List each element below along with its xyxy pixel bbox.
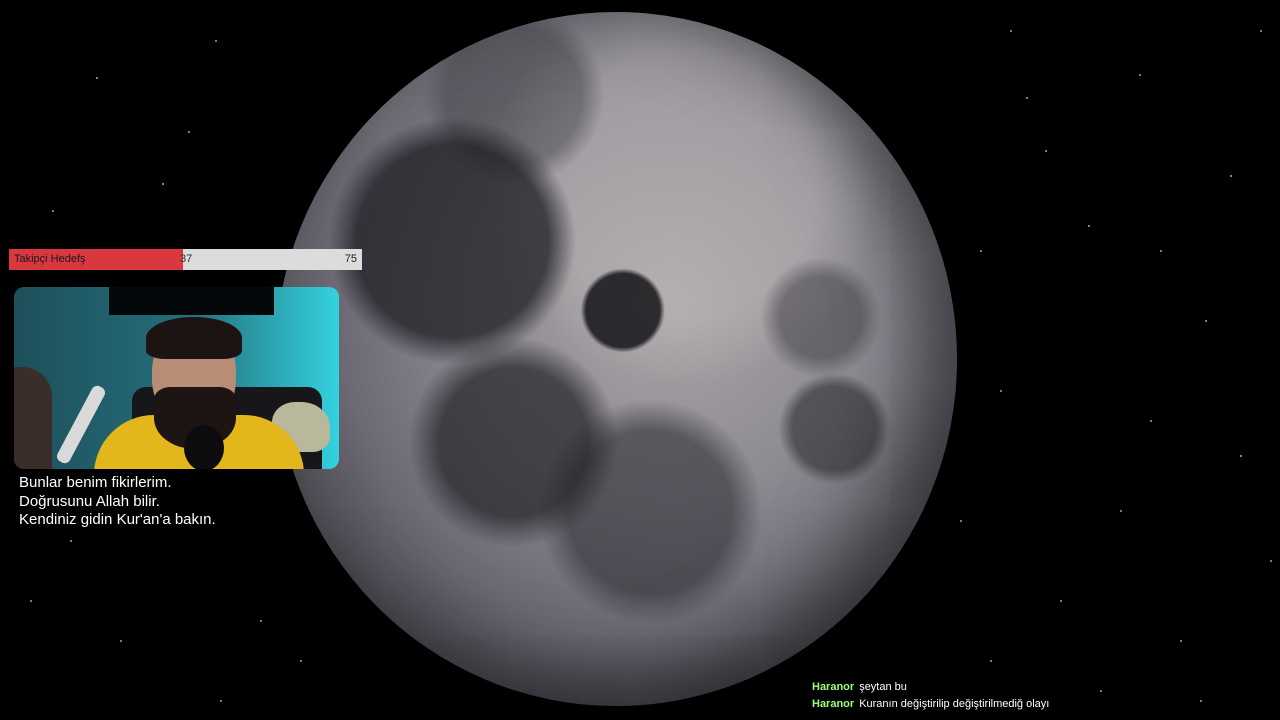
star [220, 700, 222, 702]
star [1139, 74, 1141, 76]
chat-username: Haranor [812, 681, 855, 693]
chat-overlay: Haranor şeytan bu Haranor Kuranın değiştir… [812, 679, 1049, 713]
star [1045, 150, 1047, 152]
follower-goal-bar: Takipçi Hedefş 37 75 [9, 249, 362, 270]
star [162, 183, 164, 185]
star [1100, 690, 1102, 692]
star [188, 131, 190, 133]
star [1026, 97, 1028, 99]
star [990, 660, 992, 662]
star [1260, 30, 1262, 32]
chat-message-text: şeytan bu [859, 681, 907, 693]
star [300, 660, 302, 662]
star [215, 40, 217, 42]
star [1088, 225, 1090, 227]
caption-line: Bunlar benim fikirlerim. [19, 474, 172, 491]
star [260, 620, 262, 622]
star [120, 640, 122, 642]
star [1010, 30, 1012, 32]
star [1230, 175, 1232, 177]
star [1200, 700, 1202, 702]
stream-scene: Takipçi Hedefş 37 75 Bunlar benim fikirl… [0, 0, 1280, 720]
star [1000, 390, 1002, 392]
webcam-background-object [14, 367, 52, 469]
star [1120, 510, 1122, 512]
follower-goal-current-count: 37 [180, 253, 193, 265]
star [1205, 320, 1207, 322]
chat-message: Haranor şeytan bu [812, 679, 1049, 696]
webcam-feed [14, 287, 339, 469]
star [1060, 600, 1062, 602]
star [1160, 250, 1162, 252]
star [70, 540, 72, 542]
webcam-streamer-hair [146, 317, 242, 359]
caption-line: Doğrusunu Allah bilir. [19, 492, 160, 510]
star [1150, 420, 1152, 422]
star [980, 250, 982, 252]
star [960, 520, 962, 522]
star [1240, 455, 1242, 457]
star [52, 210, 54, 212]
star [1270, 560, 1272, 562]
caption-text: Bunlar benim fikirlerim. Doğrusunu Allah… [19, 474, 216, 530]
caption-line: Kendiniz gidin Kur'an'a bakın. [19, 511, 216, 528]
follower-goal-target-count: 75 [344, 253, 357, 265]
follower-goal-title: Takipçi Hedefş [14, 253, 86, 265]
star [30, 600, 32, 602]
star [1180, 640, 1182, 642]
moon-image [275, 12, 957, 706]
chat-username: Haranor [812, 698, 855, 710]
webcam-background-shelf [109, 287, 274, 315]
star [96, 77, 98, 79]
chat-message: Haranor Kuranın değiştirilip değiştirilme… [812, 696, 1049, 713]
microphone-icon [184, 425, 224, 469]
chat-message-text: Kuranın değiştirilip değiştirilmediğ ola… [859, 698, 1050, 710]
